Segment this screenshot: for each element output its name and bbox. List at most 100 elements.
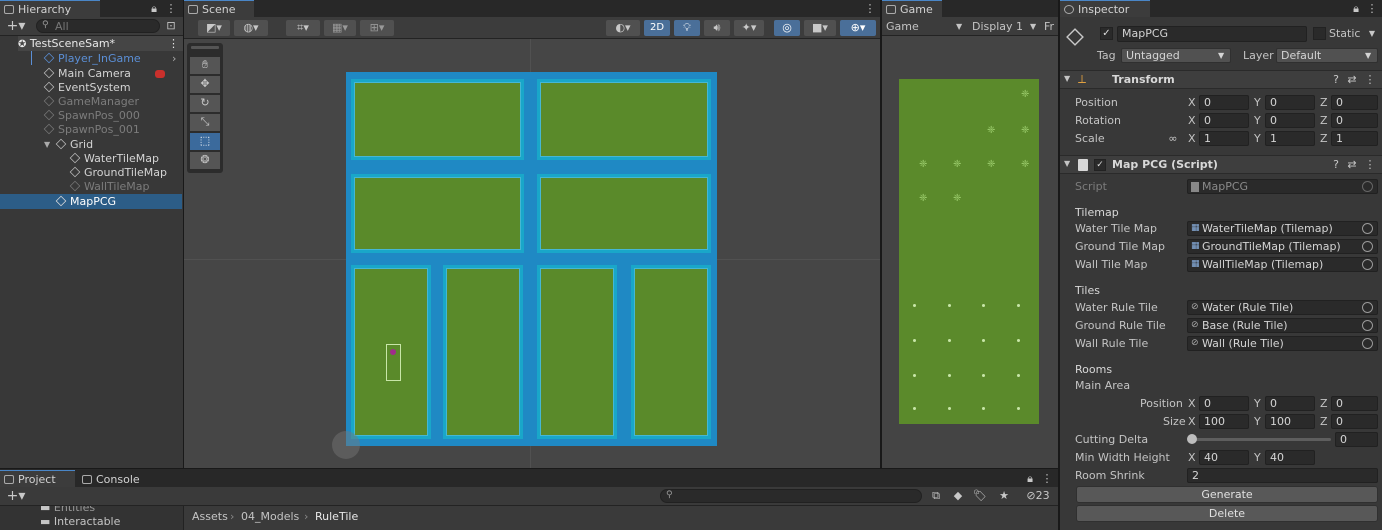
hierarchy-item-event-system[interactable]: EventSystem xyxy=(0,80,182,95)
rotation-x-field[interactable]: 0 xyxy=(1199,113,1249,128)
component-enabled-checkbox[interactable]: ✓ xyxy=(1094,159,1106,171)
lock-icon[interactable]: 🔒︎ xyxy=(1024,471,1036,487)
lighting-toggle-icon[interactable]: 💡︎ xyxy=(674,20,700,36)
tab-inspector[interactable]: Inspector xyxy=(1060,0,1150,17)
object-picker-icon[interactable] xyxy=(1362,338,1373,349)
label-tag-icon[interactable]: 🏷︎ xyxy=(972,488,988,504)
toggle-2d-button[interactable]: 2D xyxy=(644,20,670,36)
mappcg-script-header[interactable]: ▼ ✓ Map PCG (Script) ? ⇄ ⋮ xyxy=(1060,155,1382,174)
project-search-input[interactable]: ⚲ xyxy=(660,489,922,503)
object-picker-icon[interactable] xyxy=(1362,302,1373,313)
component-menu-icon[interactable]: ⋮ xyxy=(1364,72,1376,88)
main-position-y-field[interactable]: 0 xyxy=(1265,396,1315,411)
lock-icon[interactable]: 🔒︎ xyxy=(1350,1,1362,17)
hierarchy-item-game-manager[interactable]: GameManager xyxy=(0,94,182,109)
display-dropdown[interactable]: Display 1 ▼ xyxy=(972,19,1036,34)
tab-scene[interactable]: Scene xyxy=(184,0,254,17)
wall-rule-tile-field[interactable]: ⊘ Wall (Rule Tile) xyxy=(1187,336,1378,351)
room-shrink-field[interactable]: 2 xyxy=(1187,468,1378,483)
min-width-field[interactable]: 40 xyxy=(1199,450,1249,465)
hierarchy-item-wall-tilemap[interactable]: WallTileMap xyxy=(0,179,182,194)
hierarchy-item-spawnpos-000[interactable]: SpawnPos_000 xyxy=(0,108,182,123)
chevron-right-icon[interactable]: › xyxy=(172,51,176,66)
position-z-field[interactable]: 0 xyxy=(1331,95,1378,110)
scene-menu-icon[interactable]: ⋮ xyxy=(168,36,179,51)
search-by-label-icon[interactable]: ◆ xyxy=(950,488,966,504)
scene-map-water[interactable] xyxy=(346,72,717,446)
breadcrumb-ruletile[interactable]: RuleTile xyxy=(315,509,358,524)
tab-project[interactable]: Project xyxy=(0,470,75,487)
more-menu-icon[interactable]: ⋮ xyxy=(165,1,177,17)
object-name-field[interactable]: MapPCG xyxy=(1117,26,1307,42)
hierarchy-item-ground-tilemap[interactable]: GroundTileMap xyxy=(0,165,182,180)
game-mode-dropdown[interactable]: Game ▼ xyxy=(886,19,962,34)
object-picker-icon[interactable] xyxy=(1362,320,1373,331)
search-by-type-icon[interactable]: ⧉ xyxy=(928,488,944,504)
grid-snap-dropdown[interactable]: ⌗▾ xyxy=(286,20,320,36)
active-checkbox[interactable]: ✓ xyxy=(1100,27,1113,40)
add-dropdown-button[interactable]: +▾ xyxy=(3,18,29,34)
water-tilemap-field[interactable]: ▦ WaterTileMap (Tilemap) xyxy=(1187,221,1378,236)
scale-x-field[interactable]: 1 xyxy=(1199,131,1249,146)
cutting-delta-field[interactable]: 0 xyxy=(1335,432,1378,447)
preset-icon[interactable]: ⇄ xyxy=(1346,72,1358,88)
breadcrumb-assets[interactable]: Assets xyxy=(192,509,228,524)
transform-header[interactable]: ▼ ⟂ Transform ? ⇄ ⋮ xyxy=(1060,70,1382,89)
wall-tilemap-field[interactable]: ▦ WallTileMap (Tilemap) xyxy=(1187,257,1378,272)
rotate-tool-icon[interactable]: ↻ xyxy=(190,95,220,112)
generate-button[interactable]: Generate xyxy=(1076,486,1378,503)
help-icon[interactable]: ? xyxy=(1330,72,1342,88)
ground-tilemap-field[interactable]: ▦ GroundTileMap (Tilemap) xyxy=(1187,239,1378,254)
rotation-y-field[interactable]: 0 xyxy=(1265,113,1315,128)
visibility-toggle-icon[interactable]: ◎ xyxy=(774,20,800,36)
favorite-star-icon[interactable]: ★ xyxy=(996,488,1012,504)
object-picker-icon[interactable] xyxy=(1362,241,1373,252)
hierarchy-item-spawnpos-001[interactable]: SpawnPos_001 xyxy=(0,122,182,137)
global-toggle-dropdown[interactable]: ◍▾ xyxy=(234,20,268,36)
more-menu-icon[interactable]: ⋮ xyxy=(1041,471,1053,487)
cutting-delta-slider-track[interactable] xyxy=(1190,438,1331,441)
hand-tool-icon[interactable]: ✋︎ xyxy=(190,57,220,74)
more-menu-icon[interactable]: ⋮ xyxy=(1366,1,1378,17)
position-y-field[interactable]: 0 xyxy=(1265,95,1315,110)
game-view[interactable]: ❈ ❈ ❈ ❈ ❈ ❈ ❈ ❈ ❈ xyxy=(899,79,1039,424)
layer-dropdown[interactable]: Default ▼ xyxy=(1276,48,1378,63)
min-height-field[interactable]: 40 xyxy=(1265,450,1315,465)
main-size-y-field[interactable]: 100 xyxy=(1265,414,1315,429)
object-picker-icon[interactable] xyxy=(1362,259,1373,270)
tab-console[interactable]: Console xyxy=(78,470,158,487)
main-size-z-field[interactable]: 0 xyxy=(1331,414,1378,429)
hierarchy-item-water-tilemap[interactable]: WaterTileMap xyxy=(0,151,182,166)
gizmos-dropdown[interactable]: ⊕▾ xyxy=(840,20,876,36)
help-icon[interactable]: ? xyxy=(1330,157,1342,173)
tab-hierarchy[interactable]: Hierarchy xyxy=(0,0,100,17)
cutting-delta-slider-handle[interactable] xyxy=(1187,434,1197,444)
create-dropdown-button[interactable]: +▾ xyxy=(3,488,29,504)
scene-visibility-icon[interactable]: ⊡ xyxy=(164,18,178,34)
increment-snap-dropdown[interactable]: ▦▾ xyxy=(324,20,356,36)
aspect-dropdown[interactable]: Fr xyxy=(1044,19,1054,34)
hierarchy-search-input[interactable]: ⚲ All xyxy=(36,19,160,33)
hierarchy-item-player[interactable]: Player_InGame › xyxy=(0,51,182,66)
breadcrumb-models[interactable]: 04_Models xyxy=(241,509,299,524)
tab-game[interactable]: Game xyxy=(882,0,942,17)
move-tool-icon[interactable]: ✥ xyxy=(190,76,220,93)
main-position-z-field[interactable]: 0 xyxy=(1331,396,1378,411)
scale-z-field[interactable]: 1 xyxy=(1331,131,1378,146)
rect-tool-icon[interactable]: ⬚ xyxy=(190,133,220,150)
main-position-x-field[interactable]: 0 xyxy=(1199,396,1249,411)
ground-rule-tile-field[interactable]: ⊘ Base (Rule Tile) xyxy=(1187,318,1378,333)
delete-button[interactable]: Delete xyxy=(1076,505,1378,522)
draw-mode-dropdown[interactable]: ◩▾ xyxy=(198,20,230,36)
main-size-x-field[interactable]: 100 xyxy=(1199,414,1249,429)
water-rule-tile-field[interactable]: ⊘ Water (Rule Tile) xyxy=(1187,300,1378,315)
rotation-z-field[interactable]: 0 xyxy=(1331,113,1378,128)
more-menu-icon[interactable]: ⋮ xyxy=(864,1,876,17)
static-checkbox[interactable] xyxy=(1313,27,1326,40)
scale-tool-icon[interactable]: ⤡ xyxy=(190,114,220,131)
snap-settings-dropdown[interactable]: ⊞▾ xyxy=(360,20,394,36)
object-picker-icon[interactable] xyxy=(1362,223,1373,234)
chevron-down-icon[interactable]: ▼ xyxy=(44,137,50,152)
folder-item[interactable]: ▬ Interactable xyxy=(40,514,120,529)
position-x-field[interactable]: 0 xyxy=(1199,95,1249,110)
